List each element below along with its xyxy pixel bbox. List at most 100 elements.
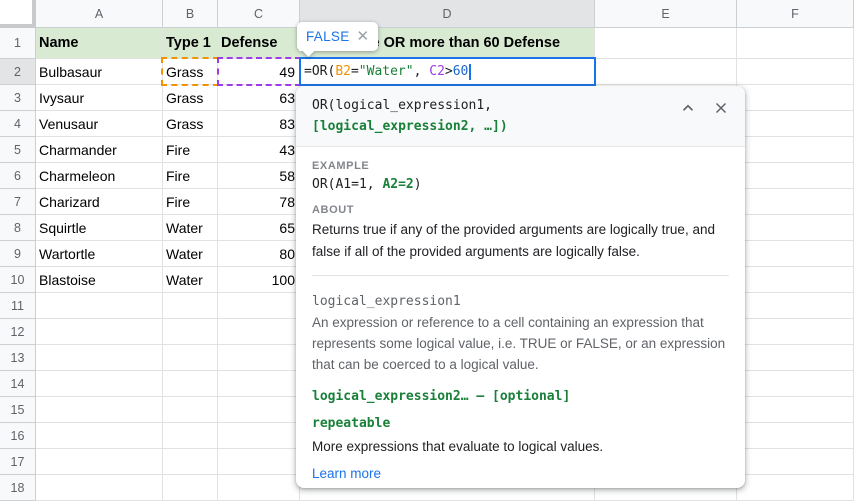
- cell-C18[interactable]: [218, 475, 300, 501]
- cell-F2[interactable]: [737, 59, 854, 85]
- cell-B8[interactable]: Water: [163, 215, 218, 241]
- cell-A4[interactable]: Venusaur: [36, 111, 163, 137]
- cell-A2[interactable]: Bulbasaur: [36, 59, 163, 85]
- active-cell-formula-editor[interactable]: =OR(B2="Water", C2>60: [299, 57, 596, 86]
- cell-B6[interactable]: Fire: [163, 163, 218, 189]
- cell-A18[interactable]: [36, 475, 163, 501]
- row-header-2[interactable]: 2: [0, 59, 36, 85]
- chevron-up-icon[interactable]: [679, 99, 697, 117]
- close-icon[interactable]: [712, 99, 730, 117]
- cell-B7[interactable]: Fire: [163, 189, 218, 215]
- cell-A10[interactable]: Blastoise: [36, 267, 163, 293]
- row-header-17[interactable]: 17: [0, 449, 36, 475]
- cell-F6[interactable]: [737, 163, 854, 189]
- cell-A16[interactable]: [36, 423, 163, 449]
- cell-C14[interactable]: [218, 371, 300, 397]
- cell-B14[interactable]: [163, 371, 218, 397]
- cell-A15[interactable]: [36, 397, 163, 423]
- column-header-E[interactable]: E: [595, 0, 737, 28]
- cell-F7[interactable]: [737, 189, 854, 215]
- row-header-4[interactable]: 4: [0, 111, 36, 137]
- cell-A7[interactable]: Charizard: [36, 189, 163, 215]
- cell-F3[interactable]: [737, 85, 854, 111]
- cell-C13[interactable]: [218, 345, 300, 371]
- cell-F9[interactable]: [737, 241, 854, 267]
- cell-C4[interactable]: 83: [218, 111, 300, 137]
- cell-F12[interactable]: [737, 319, 854, 345]
- cell-A9[interactable]: Wartortle: [36, 241, 163, 267]
- cell-C10[interactable]: 100: [218, 267, 300, 293]
- cell-A8[interactable]: Squirtle: [36, 215, 163, 241]
- cell-C5[interactable]: 43: [218, 137, 300, 163]
- cell-B18[interactable]: [163, 475, 218, 501]
- row-header-13[interactable]: 13: [0, 345, 36, 371]
- row-header-10[interactable]: 10: [0, 267, 36, 293]
- row-header-15[interactable]: 15: [0, 397, 36, 423]
- row-header-3[interactable]: 3: [0, 85, 36, 111]
- cell-C7[interactable]: 78: [218, 189, 300, 215]
- cell-C17[interactable]: [218, 449, 300, 475]
- row-header-8[interactable]: 8: [0, 215, 36, 241]
- column-header-B[interactable]: B: [163, 0, 218, 28]
- row-header-7[interactable]: 7: [0, 189, 36, 215]
- cell-A5[interactable]: Charmander: [36, 137, 163, 163]
- row-header-14[interactable]: 14: [0, 371, 36, 397]
- row-header-12[interactable]: 12: [0, 319, 36, 345]
- cell-A6[interactable]: Charmeleon: [36, 163, 163, 189]
- learn-more-link[interactable]: Learn more: [312, 466, 381, 481]
- cell-A3[interactable]: Ivysaur: [36, 85, 163, 111]
- cell-C11[interactable]: [218, 293, 300, 319]
- cell-A13[interactable]: [36, 345, 163, 371]
- close-icon[interactable]: ✕: [357, 29, 370, 44]
- cell-C3[interactable]: 63: [218, 85, 300, 111]
- cell-B10[interactable]: Water: [163, 267, 218, 293]
- row-header-18[interactable]: 18: [0, 475, 36, 501]
- row-header-16[interactable]: 16: [0, 423, 36, 449]
- cell-E2[interactable]: [595, 59, 737, 85]
- cell-F10[interactable]: [737, 267, 854, 293]
- cell-C9[interactable]: 80: [218, 241, 300, 267]
- cell-F14[interactable]: [737, 371, 854, 397]
- cell-F11[interactable]: [737, 293, 854, 319]
- cell-E1[interactable]: [595, 28, 737, 59]
- cell-B11[interactable]: [163, 293, 218, 319]
- row-header-11[interactable]: 11: [0, 293, 36, 319]
- column-header-F[interactable]: F: [737, 0, 854, 28]
- cell-C15[interactable]: [218, 397, 300, 423]
- cell-B1[interactable]: Type 1: [163, 28, 218, 59]
- select-all-corner[interactable]: [0, 0, 36, 28]
- cell-B13[interactable]: [163, 345, 218, 371]
- cell-C16[interactable]: [218, 423, 300, 449]
- cell-F8[interactable]: [737, 215, 854, 241]
- cell-C1[interactable]: Defense: [218, 28, 300, 59]
- row-header-6[interactable]: 6: [0, 163, 36, 189]
- cell-F4[interactable]: [737, 111, 854, 137]
- cell-B17[interactable]: [163, 449, 218, 475]
- cell-C12[interactable]: [218, 319, 300, 345]
- cell-F15[interactable]: [737, 397, 854, 423]
- row-header-5[interactable]: 5: [0, 137, 36, 163]
- cell-A11[interactable]: [36, 293, 163, 319]
- cell-B15[interactable]: [163, 397, 218, 423]
- row-header-1[interactable]: 1: [0, 28, 36, 59]
- cell-F16[interactable]: [737, 423, 854, 449]
- cell-B12[interactable]: [163, 319, 218, 345]
- column-header-A[interactable]: A: [36, 0, 163, 28]
- cell-F1[interactable]: [737, 28, 854, 59]
- cell-B16[interactable]: [163, 423, 218, 449]
- cell-B4[interactable]: Grass: [163, 111, 218, 137]
- cell-A1[interactable]: Name: [36, 28, 163, 59]
- cell-B5[interactable]: Fire: [163, 137, 218, 163]
- cell-F13[interactable]: [737, 345, 854, 371]
- cell-F17[interactable]: [737, 449, 854, 475]
- cell-A12[interactable]: [36, 319, 163, 345]
- cell-B3[interactable]: Grass: [163, 85, 218, 111]
- cell-F18[interactable]: [737, 475, 854, 501]
- cell-C6[interactable]: 58: [218, 163, 300, 189]
- row-header-9[interactable]: 9: [0, 241, 36, 267]
- formula-result-chip[interactable]: FALSE ✕: [297, 22, 378, 51]
- cell-C8[interactable]: 65: [218, 215, 300, 241]
- cell-F5[interactable]: [737, 137, 854, 163]
- column-header-C[interactable]: C: [218, 0, 300, 28]
- cell-A17[interactable]: [36, 449, 163, 475]
